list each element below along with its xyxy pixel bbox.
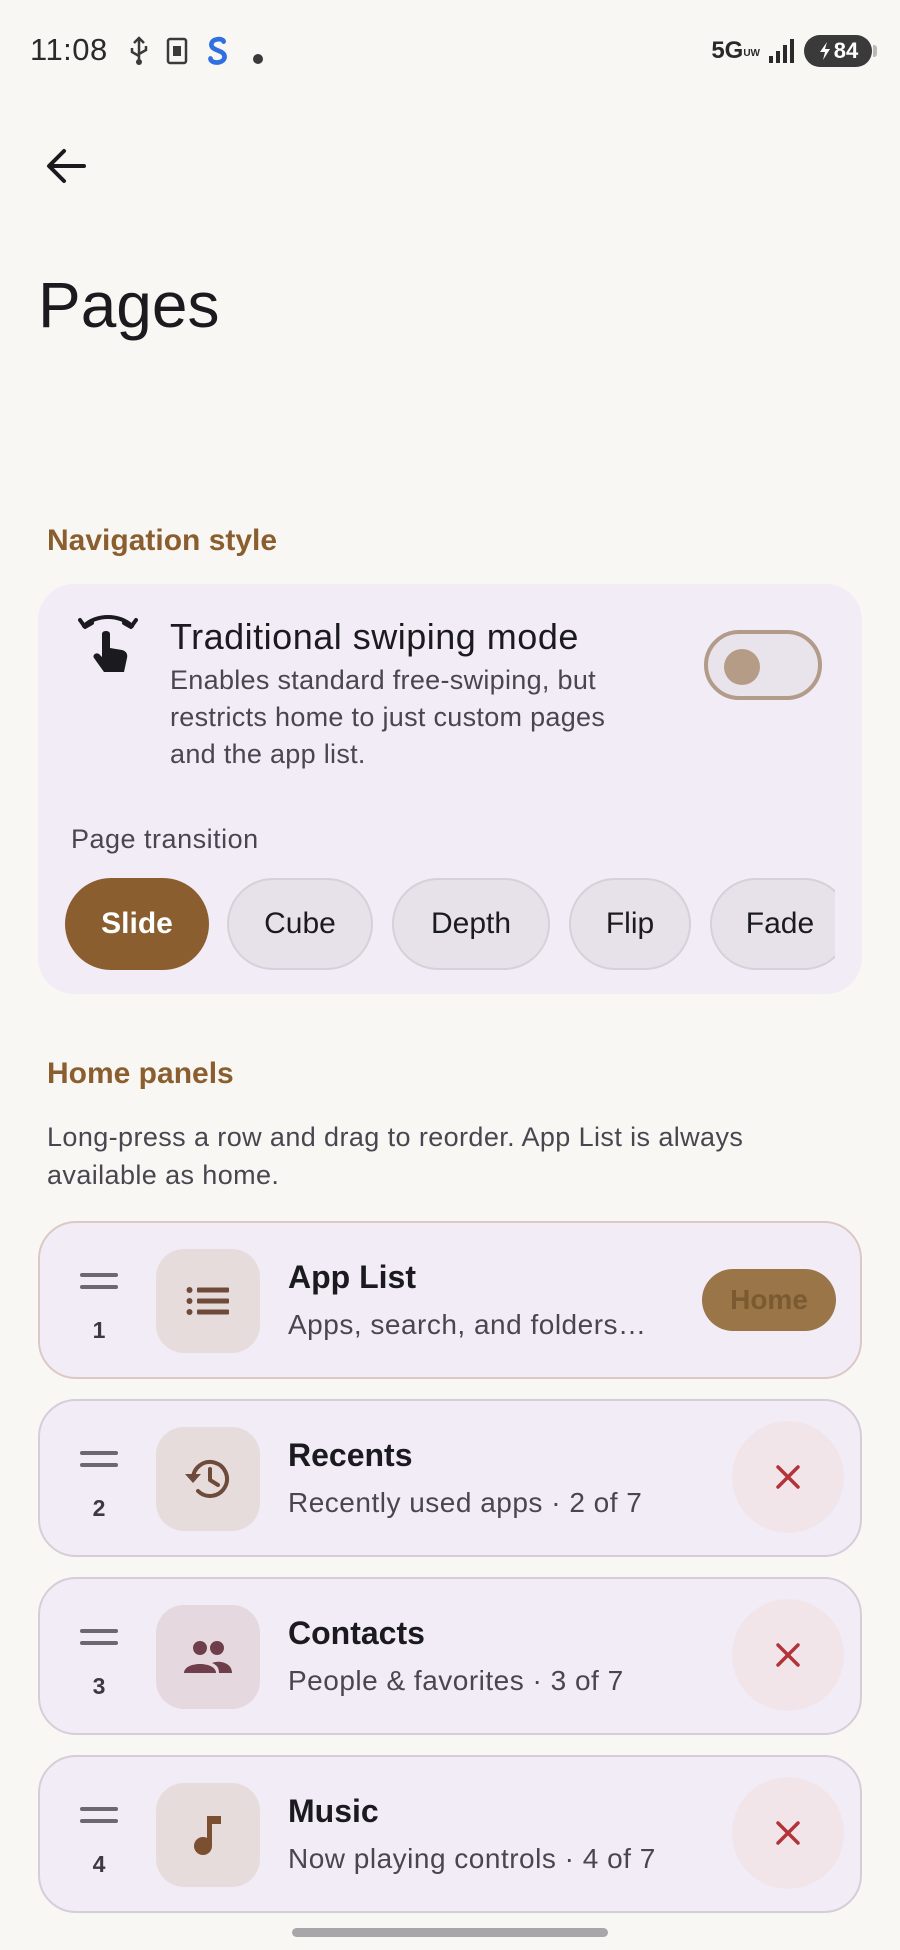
row-title: Recents <box>288 1437 413 1473</box>
back-button[interactable] <box>26 126 106 206</box>
row-icon-container <box>156 1427 260 1531</box>
drag-handle-icon[interactable] <box>80 1807 118 1823</box>
swipe-mode-toggle[interactable] <box>704 630 822 700</box>
row-position: 2 <box>92 1495 106 1521</box>
app-notification-icon <box>208 36 227 65</box>
reorder-hint: Long-press a row and drag to reorder. Ap… <box>47 1122 744 1190</box>
drag-handle-icon[interactable] <box>80 1629 118 1645</box>
drag-handle-icon[interactable] <box>80 1273 118 1289</box>
row-position: 1 <box>92 1317 106 1343</box>
navigation-style-card: Traditional swiping mode Enables standar… <box>38 584 862 994</box>
row-title: App List <box>288 1259 416 1295</box>
toggle-knob <box>724 649 760 685</box>
swipe-mode-title: Traditional swiping mode <box>170 616 579 657</box>
row-icon-container <box>156 1783 260 1887</box>
battery-level: 84 <box>833 38 859 63</box>
panel-row-contacts[interactable]: 3 Contacts People & favorites · 3 of 7 <box>38 1577 862 1735</box>
signal-icon <box>769 39 794 63</box>
gesture-nav-handle[interactable] <box>292 1928 608 1937</box>
row-subtitle: Apps, search, and folders… <box>288 1309 647 1340</box>
row-subtitle: People & favorites · 3 of 7 <box>288 1665 624 1696</box>
page-transition-label: Page transition <box>71 824 259 854</box>
navigation-style-heading: Navigation style <box>47 524 278 557</box>
people-icon <box>184 1641 232 1673</box>
row-subtitle: Recently used apps · 2 of 7 <box>288 1487 643 1518</box>
chip-slide[interactable]: Slide <box>65 878 209 970</box>
network-type-label: 5G <box>711 37 744 64</box>
history-icon <box>185 1459 229 1498</box>
row-icon-container <box>156 1249 260 1353</box>
row-position: 4 <box>92 1851 106 1877</box>
home-badge: Home <box>702 1269 836 1331</box>
charging-bolt-icon <box>819 42 830 60</box>
row-title: Music <box>288 1793 379 1829</box>
swipe-gesture-icon <box>78 615 138 672</box>
close-icon <box>776 1465 800 1489</box>
chip-cube[interactable]: Cube <box>227 878 373 970</box>
transition-chip-group: Slide Cube Depth Flip Fade <box>65 878 835 972</box>
remove-panel-button[interactable] <box>732 1421 844 1533</box>
drag-handle-icon[interactable] <box>80 1451 118 1467</box>
chip-depth[interactable]: Depth <box>392 878 550 970</box>
chip-fade[interactable]: Fade <box>710 878 835 970</box>
usb-icon <box>130 36 148 65</box>
close-icon <box>776 1821 800 1845</box>
status-bar: 11:08 5G UW 84 <box>0 0 900 104</box>
panel-row-recents[interactable]: 2 Recents Recently used apps · 2 of 7 <box>38 1399 862 1557</box>
row-subtitle: Now playing controls · 4 of 7 <box>288 1843 656 1874</box>
page-title: Pages <box>38 269 220 341</box>
row-title: Contacts <box>288 1615 425 1651</box>
close-icon <box>776 1643 800 1667</box>
swipe-mode-description: Enables standard free-swiping, but restr… <box>170 665 606 769</box>
remove-panel-button[interactable] <box>732 1777 844 1889</box>
more-notifications-dot-icon <box>253 54 263 64</box>
remove-panel-button[interactable] <box>732 1599 844 1711</box>
arrow-back-icon <box>47 149 86 183</box>
status-right: 5G UW 84 <box>711 34 877 68</box>
sim-card-icon <box>166 37 188 65</box>
chip-flip[interactable]: Flip <box>569 878 691 970</box>
music-note-icon <box>194 1816 221 1855</box>
status-time: 11:08 <box>30 32 108 67</box>
network-subtype-label: UW <box>743 47 760 59</box>
panel-row-app-list[interactable]: 1 App List Apps, search, and folders… Ho… <box>38 1221 862 1379</box>
list-icon <box>186 1287 229 1315</box>
battery-indicator: 84 <box>804 35 877 67</box>
panel-row-music[interactable]: 4 Music Now playing controls · 4 of 7 <box>38 1755 862 1913</box>
row-icon-container <box>156 1605 260 1709</box>
row-position: 3 <box>92 1673 106 1699</box>
home-panels-heading: Home panels <box>47 1057 234 1090</box>
